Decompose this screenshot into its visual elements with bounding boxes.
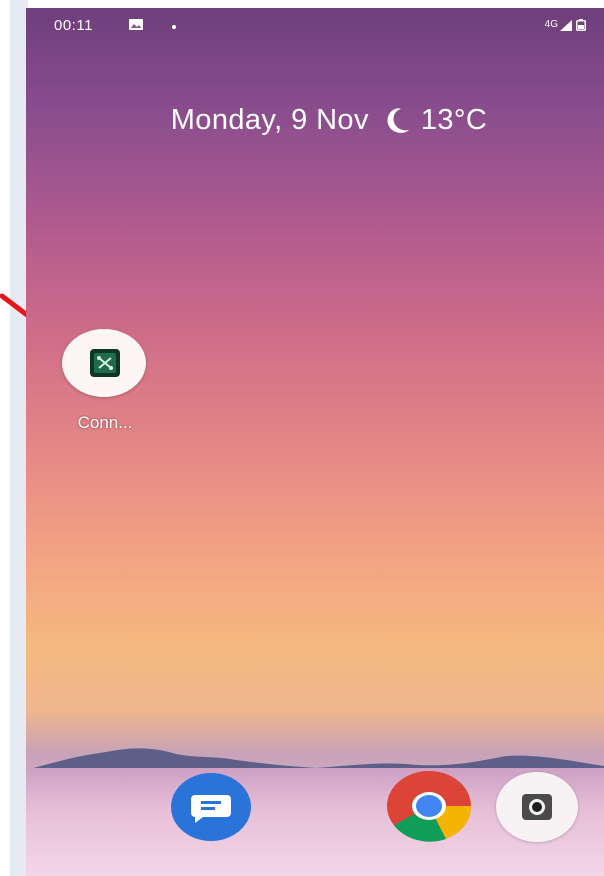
moon-icon xyxy=(387,108,409,133)
connect-app-icon[interactable] xyxy=(62,329,146,397)
messages-icon[interactable] xyxy=(171,773,251,841)
battery-icon xyxy=(576,19,586,31)
status-bar: 00:11 4G xyxy=(26,8,604,42)
date-text: Monday, 9 Nov xyxy=(170,103,369,136)
notification-dot-icon xyxy=(172,25,176,29)
date-weather-widget[interactable]: Monday, 9 Nov 13°C xyxy=(26,100,604,140)
connect-app-label[interactable]: Conn... xyxy=(60,413,150,433)
camera-icon[interactable] xyxy=(496,772,578,842)
network-type: 4G xyxy=(544,19,558,30)
chrome-icon[interactable] xyxy=(386,770,472,842)
signal-icon xyxy=(560,20,572,31)
gallery-icon xyxy=(129,19,143,30)
status-time: 00:11 xyxy=(54,17,93,34)
connect-logo-icon xyxy=(94,353,116,373)
connect-app-glyph xyxy=(90,349,120,377)
temperature-text: 13°C xyxy=(420,103,488,136)
phone-home-screen: 00:11 4G Monday, 9 Nov 13°C Conn... xyxy=(26,8,604,876)
messages-glyph xyxy=(191,795,231,823)
screenshot-page: 00:11 4G Monday, 9 Nov 13°C Conn... xyxy=(0,0,604,876)
